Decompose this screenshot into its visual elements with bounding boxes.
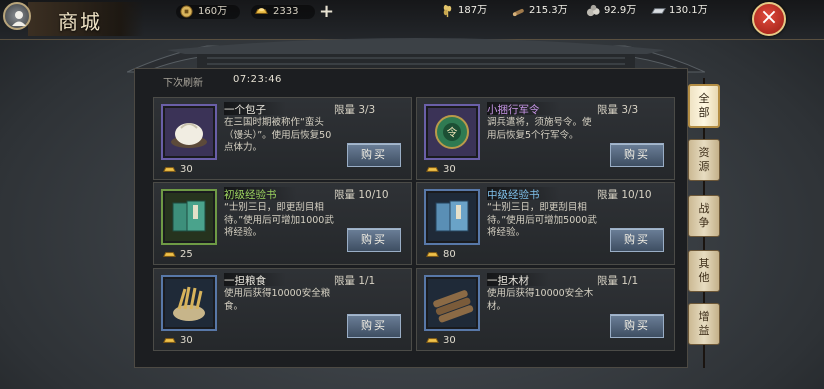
- price-value: 30: [443, 164, 456, 175]
- item-limit: 限量 1/1: [334, 275, 376, 287]
- item-icon-frame: 令: [424, 104, 480, 160]
- item-icon-frame: [161, 104, 217, 160]
- resource-stone: 92.9万: [586, 4, 636, 18]
- military-token-icon: 令: [428, 108, 476, 156]
- buy-button[interactable]: 购买: [610, 143, 664, 167]
- buy-button[interactable]: 购买: [347, 228, 401, 252]
- shop-item-card: 令 小捆行军令 限量 3/3 调兵遣将，须施号令。使用后恢复5个行军令。 购买 …: [416, 97, 675, 180]
- gold-ingot-icon: [426, 252, 439, 257]
- gold-ingot-icon: [163, 167, 176, 172]
- tab-label: 资源: [698, 146, 710, 173]
- resource-wood: 215.3万: [511, 4, 568, 18]
- buy-button[interactable]: 购买: [610, 314, 664, 338]
- avatar-button[interactable]: [3, 2, 31, 30]
- user-icon: [12, 11, 26, 26]
- currency-gold: 2333: [251, 5, 315, 19]
- price-value: 80: [443, 249, 456, 260]
- item-name: 中级经验书: [487, 187, 560, 201]
- bun-icon: [165, 108, 213, 156]
- item-name: 一个包子: [224, 102, 286, 116]
- recharge-plus-button[interactable]: +: [319, 1, 334, 22]
- item-icon-frame: [161, 275, 217, 331]
- item-description: 使用后获得10000安全木材。: [487, 288, 594, 312]
- tab-other[interactable]: 其他: [688, 250, 720, 292]
- tab-resources[interactable]: 资源: [688, 139, 720, 181]
- gold-value: 2333: [273, 6, 299, 17]
- item-price: 80: [425, 249, 456, 261]
- price-value: 30: [180, 164, 193, 175]
- item-name: 初级经验书: [224, 187, 297, 201]
- item-name: 一担粮食: [224, 273, 286, 287]
- buy-button[interactable]: 购买: [347, 143, 401, 167]
- wood-icon: [512, 8, 524, 17]
- silver-coin-icon: [180, 5, 193, 18]
- item-price: 30: [162, 164, 193, 176]
- shop-item-card: 一担木材 限量 1/1 使用后获得10000安全木材。 购买 30: [416, 268, 675, 351]
- item-name: 小捆行军令: [487, 102, 560, 116]
- item-limit: 限量 1/1: [597, 275, 639, 287]
- gold-ingot-icon: [255, 8, 268, 14]
- item-price: 25: [162, 249, 193, 261]
- item-price: 30: [425, 164, 456, 176]
- shop-item-card: 初级经验书 限量 10/10 “士别三日，即更刮目相待。”使用后可增加1000武…: [153, 182, 412, 265]
- buy-button[interactable]: 购买: [347, 314, 401, 338]
- price-value: 30: [180, 335, 193, 346]
- price-value: 25: [180, 249, 193, 260]
- page-title: 商城: [58, 10, 102, 34]
- shop-item-card: 中级经验书 限量 10/10 “士别三日，即更刮目相待。”使用后可增加5000武…: [416, 182, 675, 265]
- item-name: 一担木材: [487, 273, 549, 287]
- currency-silver: 160万: [176, 5, 240, 19]
- stone-value: 92.9万: [604, 5, 637, 16]
- item-limit: 限量 10/10: [597, 189, 652, 201]
- item-price: 30: [162, 335, 193, 347]
- item-icon-frame: [161, 189, 217, 245]
- refresh-countdown: 07:23:46: [233, 74, 282, 85]
- timber-icon: [428, 279, 476, 327]
- item-description: “士别三日，即更刮目相待。”使用后可增加5000武将经验。: [487, 202, 597, 238]
- close-button[interactable]: ×: [752, 2, 786, 36]
- gold-ingot-icon: [426, 338, 439, 343]
- gold-ingot-icon: [163, 338, 176, 343]
- price-value: 30: [443, 335, 456, 346]
- tab-label: 其他: [698, 257, 710, 284]
- resource-iron: 130.1万: [651, 4, 708, 18]
- iron-icon: [651, 8, 666, 14]
- wheat-icon: [443, 4, 452, 18]
- wood-value: 215.3万: [529, 5, 568, 16]
- buy-button[interactable]: 购买: [610, 228, 664, 252]
- item-description: 使用后获得10000安全粮食。: [224, 288, 331, 312]
- item-limit: 限量 10/10: [334, 189, 389, 201]
- tab-label: 战争: [698, 202, 710, 229]
- gold-ingot-icon: [426, 167, 439, 172]
- item-description: 在三国时期被称作“蛮头（馒头）”。使用后恢复50点体力。: [224, 117, 332, 153]
- tab-label: 增益: [698, 310, 710, 337]
- item-limit: 限量 3/3: [334, 104, 376, 116]
- refresh-bar: 下次刷新 07:23:46: [153, 72, 673, 89]
- shop-item-card: 一担粮食 限量 1/1 使用后获得10000安全粮食。 购买 30: [153, 268, 412, 351]
- tab-buff[interactable]: 增益: [688, 303, 720, 345]
- item-description: “士别三日，即更刮目相待。”使用后可增加1000武将经验。: [224, 202, 334, 238]
- gold-ingot-icon: [163, 252, 176, 257]
- refresh-label: 下次刷新: [163, 78, 203, 89]
- item-icon-frame: [424, 275, 480, 331]
- grain-sack-icon: [165, 279, 213, 327]
- silver-value: 160万: [198, 6, 228, 17]
- item-limit: 限量 3/3: [597, 104, 639, 116]
- resource-grain: 187万: [440, 4, 487, 18]
- grain-value: 187万: [458, 5, 488, 16]
- stone-icon: [586, 4, 600, 17]
- item-description: 调兵遣将，须施号令。使用后恢复5个行军令。: [487, 117, 592, 141]
- tab-war[interactable]: 战争: [688, 195, 720, 237]
- svg-text:令: 令: [447, 125, 458, 139]
- item-price: 30: [425, 335, 456, 347]
- iron-value: 130.1万: [669, 5, 708, 16]
- tab-all[interactable]: 全部: [688, 84, 720, 128]
- shop-item-card: 一个包子 限量 3/3 在三国时期被称作“蛮头（馒头）”。使用后恢复50点体力。…: [153, 97, 412, 180]
- blue-book-icon: [428, 193, 476, 241]
- green-book-icon: [165, 193, 213, 241]
- tab-label: 全部: [698, 92, 710, 119]
- item-icon-frame: [424, 189, 480, 245]
